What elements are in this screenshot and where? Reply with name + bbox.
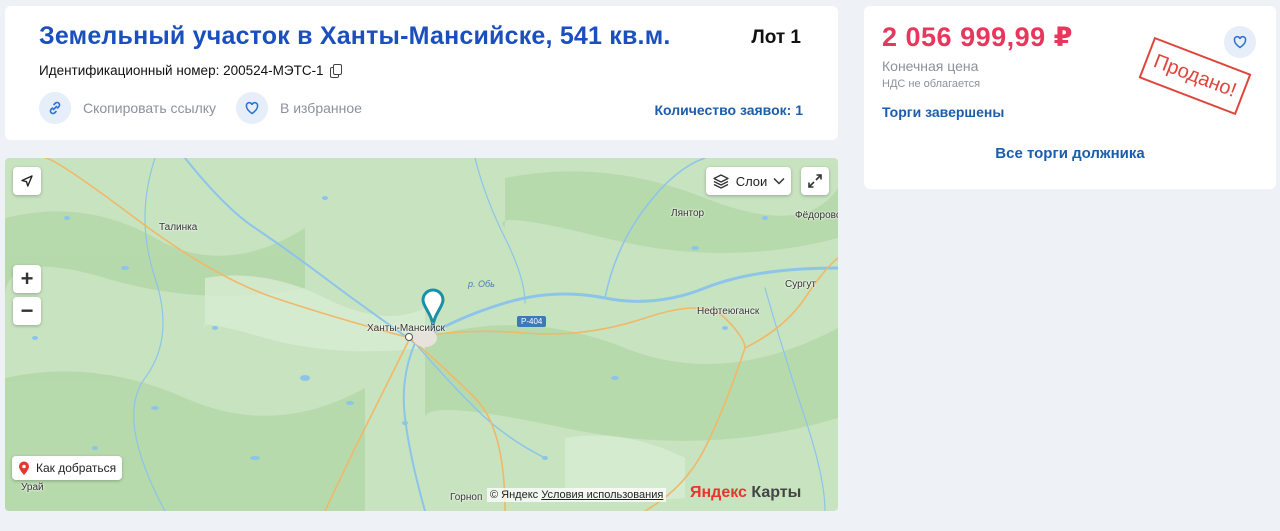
map-copyright: © Яндекс Условия использования: [487, 488, 667, 502]
price-favorite-button[interactable]: [1224, 26, 1256, 58]
layers-icon: [713, 174, 729, 189]
ident-number: Идентификационный номер: 200524-МЭТС-1: [39, 63, 342, 78]
expand-icon: [808, 174, 822, 188]
logo-maps: Карты: [746, 484, 802, 501]
link-icon: [39, 92, 71, 124]
geolocation-button[interactable]: [13, 167, 41, 195]
zoom-in-button[interactable]: +: [13, 265, 41, 293]
map-label-surgut: Сургут: [785, 279, 816, 290]
vat-note: НДС не облагается: [882, 78, 981, 90]
road-badge-r404: Р-404: [517, 316, 547, 327]
layers-label: Слои: [735, 173, 768, 189]
map-label-nefteyugansk: Нефтеюганск: [697, 306, 760, 317]
heart-icon: [1233, 35, 1247, 49]
map-marker-icon: [19, 461, 29, 475]
map[interactable]: Талинка Ханты-Мансийск Лянтор Фёдоровс С…: [5, 158, 838, 511]
copy-link-button[interactable]: Скопировать ссылку: [39, 92, 216, 124]
map-label-fedorovsky: Фёдоровс: [795, 210, 838, 221]
route-label: Как добраться: [36, 461, 117, 475]
route-button[interactable]: Как добраться: [12, 456, 122, 480]
heart-icon: [236, 92, 268, 124]
final-price-label: Конечная цена: [882, 58, 979, 74]
navigation-arrow-icon: [21, 175, 33, 187]
bids-count: Количество заявок: 1: [654, 102, 803, 118]
fullscreen-button[interactable]: [801, 167, 829, 195]
price-card: 2 056 999,99 ₽ Конечная цена НДС не обла…: [864, 6, 1276, 189]
favorite-label: В избранное: [280, 100, 362, 116]
map-label-uray: Урай: [21, 482, 44, 493]
logo-ya: Яндекс: [690, 484, 747, 501]
copyright-text: © Яндекс: [490, 489, 539, 501]
map-canvas[interactable]: [5, 158, 838, 511]
map-label-khanty-mansiysk: Ханты-Мансийск: [367, 323, 445, 334]
lot-number: Лот 1: [751, 27, 801, 48]
all-debtor-trades-link[interactable]: Все торги должника: [864, 145, 1276, 162]
copy-icon[interactable]: [329, 63, 342, 78]
lot-title: Земельный участок в Ханты-Мансийске, 541…: [39, 22, 671, 50]
terms-link[interactable]: Условия использования: [541, 489, 663, 501]
map-label-gornopravdinsk: Горноп: [450, 492, 483, 503]
map-label-lyantor: Лянтор: [671, 208, 705, 219]
yandex-maps-logo[interactable]: Яндекс Карты: [690, 484, 801, 502]
auction-status[interactable]: Торги завершены: [882, 104, 1004, 120]
copy-link-label: Скопировать ссылку: [83, 100, 217, 116]
final-price: 2 056 999,99 ₽: [882, 22, 1073, 52]
map-label-river-ob: р. Обь: [468, 279, 495, 289]
lot-card: Земельный участок в Ханты-Мансийске, 541…: [5, 6, 838, 140]
zoom-out-button[interactable]: −: [13, 297, 41, 325]
ident-number-text: Идентификационный номер: 200524-МЭТС-1: [39, 63, 324, 78]
chevron-down-icon: [773, 177, 785, 185]
favorite-button[interactable]: В избранное: [236, 92, 362, 124]
map-label-talinka: Талинка: [159, 222, 198, 233]
layers-button[interactable]: Слои: [706, 167, 791, 195]
